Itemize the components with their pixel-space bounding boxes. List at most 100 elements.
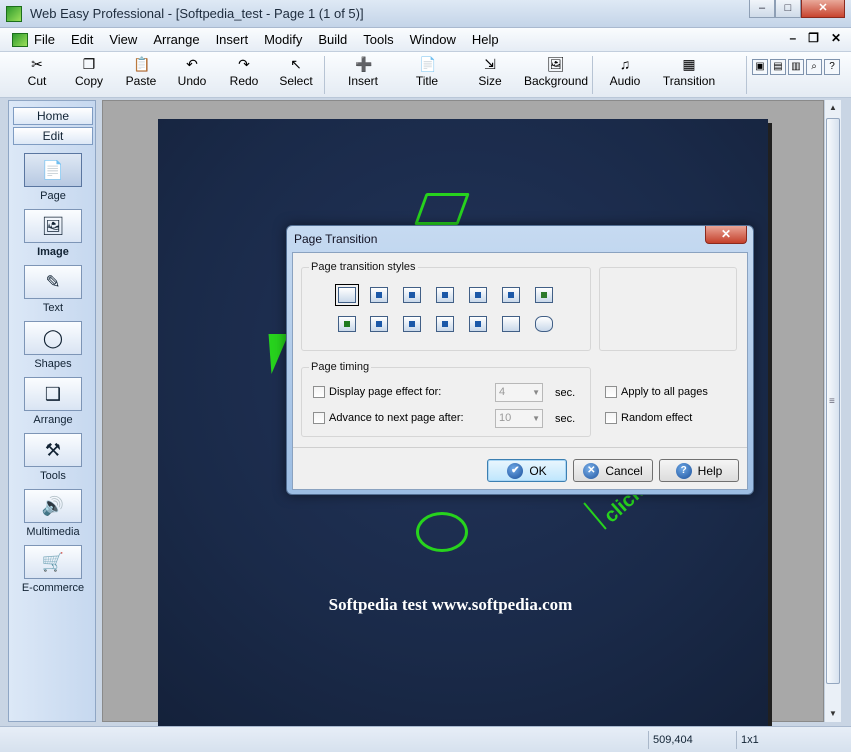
- page-timing-group: [301, 367, 591, 437]
- menu-file[interactable]: File: [34, 32, 55, 47]
- minimize-button[interactable]: –: [749, 0, 775, 18]
- display-effect-checkbox-row[interactable]: Display page effect for:: [313, 386, 441, 398]
- maximize-button[interactable]: □: [775, 0, 801, 18]
- window-title: Web Easy Professional - [Softpedia_test …: [30, 6, 364, 21]
- transition-box-in-icon[interactable]: [499, 313, 523, 335]
- help-button[interactable]: ? Help: [659, 459, 739, 482]
- doc-close-button[interactable]: ✕: [831, 31, 841, 45]
- zoom-icon[interactable]: ⌕: [806, 59, 822, 75]
- cut-button[interactable]: ✂ Cut: [24, 56, 50, 88]
- transition-styles-label: Page transition styles: [309, 261, 418, 273]
- document-icon[interactable]: [12, 33, 28, 47]
- advance-page-select[interactable]: 10 ▼: [495, 409, 543, 428]
- resize-icon: ⇲: [484, 56, 496, 72]
- dialog-close-button[interactable]: ✕: [705, 226, 747, 244]
- sidebar-item-page[interactable]: 📄 Page: [9, 153, 97, 202]
- export-icon[interactable]: ▥: [788, 59, 804, 75]
- transition-expand-icon[interactable]: [499, 284, 523, 306]
- tools-icon: ⚒: [24, 433, 82, 467]
- copy-icon: ❐: [82, 56, 96, 72]
- display-effect-unit: sec.: [555, 387, 576, 399]
- shapes-icon: ◯: [24, 321, 82, 355]
- title-icon: 📄: [419, 56, 437, 72]
- audio-button[interactable]: ♫ Audio: [608, 56, 642, 88]
- sidebar-item-multimedia[interactable]: 🔊 Multimedia: [9, 489, 97, 538]
- page-footer-text[interactable]: Softpedia test www.softpedia.com: [158, 595, 743, 615]
- transition-button[interactable]: ▦ Transition: [662, 56, 716, 88]
- sidebar-item-image[interactable]: 🖼 Image: [9, 209, 97, 258]
- menu-view[interactable]: View: [109, 32, 137, 47]
- page-icon: 📄: [24, 153, 82, 187]
- sidebar-item-ecommerce[interactable]: 🛒 E-commerce: [9, 545, 97, 594]
- dialog-title: Page Transition: [294, 232, 378, 246]
- toolbar-separator: [324, 56, 325, 94]
- advance-page-checkbox[interactable]: [313, 412, 325, 424]
- page-props-icon[interactable]: ▣: [752, 59, 768, 75]
- transition-none-icon[interactable]: [335, 284, 359, 306]
- menu-tools[interactable]: Tools: [363, 32, 393, 47]
- insert-button[interactable]: ➕ Insert: [346, 56, 380, 88]
- transition-slide-right-icon[interactable]: [400, 313, 424, 335]
- insert-icon: ➕: [355, 56, 373, 72]
- ok-button[interactable]: ✔ OK: [487, 459, 567, 482]
- redo-button[interactable]: ↷ Redo: [228, 56, 260, 88]
- background-button[interactable]: 🖼 Background: [524, 56, 588, 88]
- toolbar-separator: [592, 56, 593, 94]
- sidebar-item-tools[interactable]: ⚒ Tools: [9, 433, 97, 482]
- toolbar: ✂ Cut ❐ Copy 📋 Paste ↶ Undo ↷ Redo ↖ Select ➕ I…: [0, 52, 851, 98]
- transition-icon: ▦: [682, 56, 696, 72]
- transition-slide-left-icon[interactable]: [367, 313, 391, 335]
- transition-dissolve-icon[interactable]: [532, 284, 556, 306]
- sidebar-nav-edit[interactable]: Edit: [13, 127, 93, 145]
- text-icon: ✎: [24, 265, 82, 299]
- transition-wipe-right-icon[interactable]: [400, 284, 424, 306]
- transition-circle-icon[interactable]: [532, 313, 556, 335]
- scroll-up-icon[interactable]: ▲: [825, 100, 841, 116]
- paste-button[interactable]: 📋 Paste: [124, 56, 158, 88]
- copy-button[interactable]: ❐ Copy: [72, 56, 106, 88]
- sidebar: Home Edit 📄 Page 🖼 Image ✎ Text ◯ Shapes ❑ Ar…: [8, 100, 96, 722]
- clipboard-icon: 📋: [133, 56, 151, 72]
- menu-insert[interactable]: Insert: [216, 32, 249, 47]
- sidebar-item-text[interactable]: ✎ Text: [9, 265, 97, 314]
- chevron-down-icon: ▼: [532, 388, 540, 397]
- menu-edit[interactable]: Edit: [71, 32, 93, 47]
- advance-page-checkbox-row[interactable]: Advance to next page after:: [313, 412, 464, 424]
- apply-all-pages-checkbox[interactable]: [605, 386, 617, 398]
- menu-window[interactable]: Window: [410, 32, 456, 47]
- status-bar: 509,404 1x1: [0, 726, 851, 752]
- size-button[interactable]: ⇲ Size: [476, 56, 504, 88]
- display-effect-select[interactable]: 4 ▼: [495, 383, 543, 402]
- apply-all-pages-row[interactable]: Apply to all pages: [605, 386, 708, 398]
- transition-checker-icon[interactable]: [335, 313, 359, 335]
- select-button[interactable]: ↖ Select: [278, 56, 314, 88]
- transition-slide-down-icon[interactable]: [466, 313, 490, 335]
- vertical-scrollbar[interactable]: ▲ ≡ ▼: [824, 100, 841, 722]
- background-icon: 🖼: [547, 56, 565, 72]
- green-decoration: [416, 512, 468, 552]
- sidebar-item-arrange[interactable]: ❑ Arrange: [9, 377, 97, 426]
- cancel-button[interactable]: ✕ Cancel: [573, 459, 653, 482]
- transition-wipe-left-icon[interactable]: [367, 284, 391, 306]
- scroll-down-icon[interactable]: ▼: [825, 706, 841, 722]
- menu-arrange[interactable]: Arrange: [153, 32, 199, 47]
- transition-wipe-up-icon[interactable]: [433, 284, 457, 306]
- random-effect-checkbox[interactable]: [605, 412, 617, 424]
- help-icon[interactable]: ?: [824, 59, 840, 75]
- doc-minimize-button[interactable]: –: [789, 31, 796, 45]
- title-button[interactable]: 📄 Title: [412, 56, 442, 88]
- menu-build[interactable]: Build: [318, 32, 347, 47]
- close-button[interactable]: ✕: [801, 0, 845, 18]
- undo-button[interactable]: ↶ Undo: [176, 56, 208, 88]
- doc-restore-button[interactable]: ❐: [808, 31, 819, 45]
- transition-wipe-down-icon[interactable]: [466, 284, 490, 306]
- display-effect-checkbox[interactable]: [313, 386, 325, 398]
- book-icon[interactable]: ▤: [770, 59, 786, 75]
- transition-slide-up-icon[interactable]: [433, 313, 457, 335]
- sidebar-nav-home[interactable]: Home: [13, 107, 93, 125]
- menu-help[interactable]: Help: [472, 32, 499, 47]
- transition-styles-group: [301, 267, 591, 351]
- sidebar-item-shapes[interactable]: ◯ Shapes: [9, 321, 97, 370]
- menu-modify[interactable]: Modify: [264, 32, 302, 47]
- random-effect-row[interactable]: Random effect: [605, 412, 692, 424]
